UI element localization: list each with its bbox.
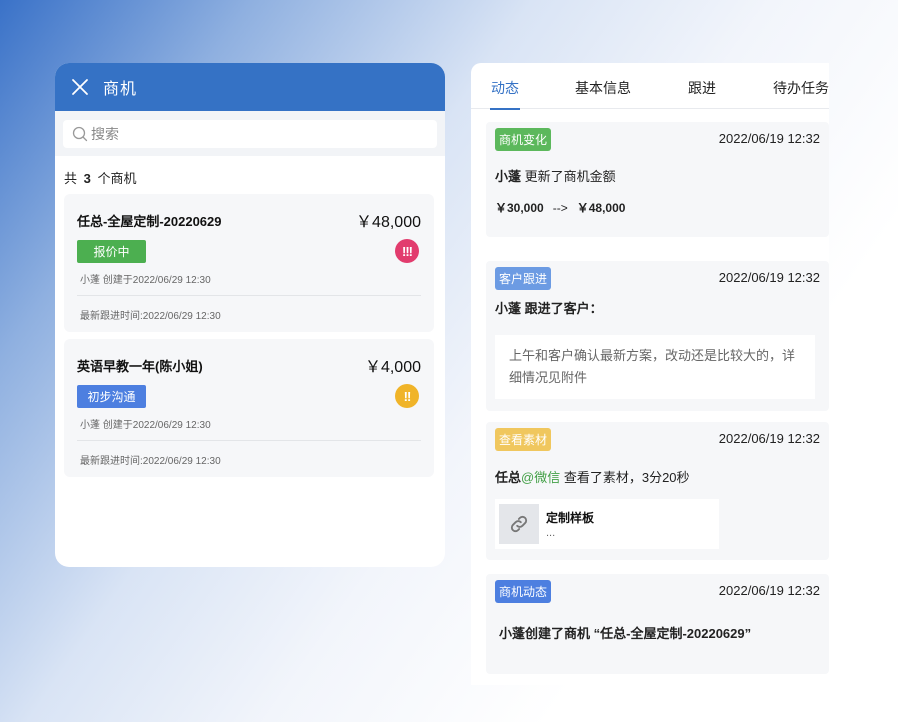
opportunity-list-panel: 商机 共 3 个商机 任总-全屋定制-20220629 ￥48,000 报价中 …: [55, 63, 445, 567]
search-input[interactable]: [91, 126, 391, 142]
opportunity-amount: ￥48,000: [356, 214, 421, 231]
search-box[interactable]: [63, 120, 437, 148]
activity-action: 查看了素材，3分20秒: [563, 470, 690, 485]
search-icon: [72, 126, 88, 142]
search-bar: [55, 111, 445, 156]
last-follow-time: 最新跟进时间:2022/06/29 12:30: [80, 456, 221, 467]
activity-item: 客户跟进 2022/06/19 12:32 小蓬 跟进了客户： 上午和客户确认最…: [486, 261, 829, 411]
tab-todo[interactable]: 待办任务: [773, 63, 829, 98]
opportunity-detail-panel: 动态 基本信息 跟进 待办任务 商机变化 2022/06/19 12:32 小蓬…: [471, 63, 829, 685]
activity-type-badge: 商机动态: [495, 580, 552, 603]
channel-label: @微信: [521, 470, 561, 485]
priority-medium-icon: !!: [395, 384, 419, 408]
material-title: 定制样板: [546, 511, 595, 525]
panel-header: 商机: [55, 63, 445, 111]
actor-name: 任总: [495, 470, 522, 485]
activity-item: 商机动态 2022/06/19 12:32 小蓬创建了商机 “任总-全屋定制-2…: [486, 574, 829, 674]
created-info: 小蓬 创建于2022/06/29 12:30: [80, 275, 211, 286]
panel-title: 商机: [103, 81, 138, 98]
opportunity-name: 任总-全屋定制-20220629: [77, 213, 222, 229]
material-thumbnail: [499, 504, 539, 544]
opportunity-count: 共 3 个商机: [55, 156, 445, 187]
close-icon[interactable]: [71, 78, 89, 96]
count-number: 3: [83, 171, 91, 186]
created-info: 小蓬 创建于2022/06/29 12:30: [80, 420, 211, 431]
tab-basic-info[interactable]: 基本信息: [575, 63, 631, 98]
from-amount: ￥30,000: [495, 201, 544, 215]
opportunity-card[interactable]: 英语早教一年(陈小姐) ￥4,000 初步沟通 !! 小蓬 创建于2022/06…: [64, 339, 434, 477]
activity-item: 商机变化 2022/06/19 12:32 小蓬 更新了商机金额 ￥30,000…: [486, 122, 829, 237]
tab-follow-up[interactable]: 跟进: [688, 63, 716, 98]
activity-summary: 小蓬 跟进了客户：: [495, 301, 603, 316]
opportunity-card[interactable]: 任总-全屋定制-20220629 ￥48,000 报价中 !!! 小蓬 创建于2…: [64, 194, 434, 332]
opportunity-name: 英语早教一年(陈小姐): [77, 358, 203, 374]
link-icon: [508, 513, 530, 535]
actor-name: 小蓬: [495, 169, 522, 184]
opportunity-amount: ￥4,000: [364, 359, 421, 376]
priority-high-icon: !!!: [395, 239, 419, 263]
arrow: -->: [552, 201, 568, 215]
status-badge: 初步沟通: [77, 384, 146, 408]
material-subtitle: ...: [546, 527, 556, 539]
count-suffix: 个商机: [97, 171, 137, 186]
activity-time: 2022/06/19 12:32: [718, 131, 820, 146]
activity-type-badge: 客户跟进: [495, 267, 552, 290]
activity-action: 更新了商机金额: [524, 169, 616, 184]
detail-tabs: 动态 基本信息 跟进 待办任务: [471, 63, 829, 110]
activity-type-badge: 商机变化: [495, 128, 552, 151]
activity-summary: 小蓬 更新了商机金额: [495, 166, 820, 185]
activity-type-badge: 查看素材: [495, 428, 552, 451]
activity-time: 2022/06/19 12:32: [718, 431, 820, 446]
activity-item: 查看素材 2022/06/19 12:32 任总@微信 查看了素材，3分20秒 …: [486, 422, 829, 560]
material-card[interactable]: 定制样板 ...: [495, 499, 719, 549]
last-follow-time: 最新跟进时间:2022/06/29 12:30: [80, 311, 221, 322]
status-badge: 报价中: [77, 239, 146, 263]
activity-time: 2022/06/19 12:32: [718, 583, 820, 598]
activity-summary: 小蓬创建了商机 “任总-全屋定制-20220629”: [499, 626, 752, 641]
activity-time: 2022/06/19 12:32: [718, 270, 820, 285]
count-prefix: 共: [64, 171, 78, 186]
amount-change: ￥30,000 --> ￥48,000: [495, 199, 820, 216]
tab-activity[interactable]: 动态: [490, 63, 520, 110]
follow-up-content: 上午和客户确认最新方案，改动还是比较大的，详细情况见附件: [495, 335, 815, 399]
activity-summary: 任总@微信 查看了素材，3分20秒: [495, 467, 820, 486]
to-amount: ￥48,000: [576, 201, 626, 215]
